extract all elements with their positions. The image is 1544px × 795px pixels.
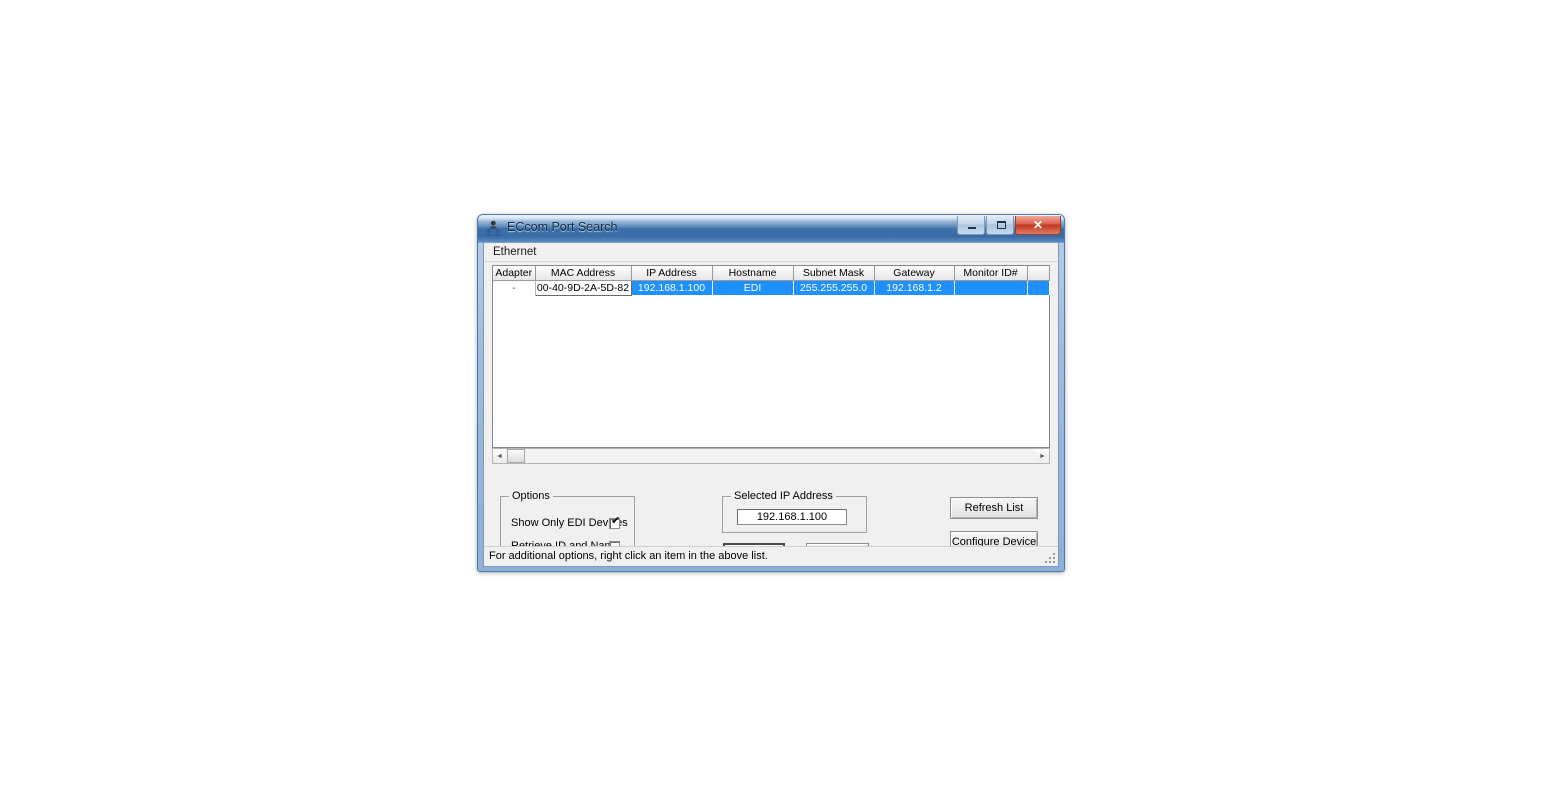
status-bar: For additional options, right click an i…: [484, 546, 1058, 566]
check-icon: ✔: [611, 515, 621, 527]
checkbox-show-only-edi-devices[interactable]: ✔: [609, 515, 621, 529]
window-title: ECcom Port Search: [507, 220, 618, 234]
column-header-subnet-mask[interactable]: Subnet Mask: [793, 266, 875, 281]
device-list-header-row: Adapter MAC Address IP Address Hostname …: [493, 266, 1050, 281]
column-header-hostname[interactable]: Hostname: [712, 266, 794, 281]
cell-gateway: 192.168.1.2: [874, 280, 955, 295]
minimize-button[interactable]: [957, 216, 985, 235]
scroll-right-icon[interactable]: ►: [1036, 449, 1049, 463]
window-client-area: Ethernet Adapter MAC Address IP Address …: [483, 243, 1059, 567]
device-list-table: Adapter MAC Address IP Address Hostname …: [493, 266, 1050, 296]
close-button[interactable]: ✕: [1015, 216, 1061, 235]
status-bar-text: For additional options, right click an i…: [489, 550, 768, 562]
cell-adapter: -: [493, 280, 536, 295]
cell-monitor-id: [954, 280, 1028, 295]
cell-hostname: EDI: [712, 280, 794, 295]
network-devices-icon: [485, 220, 502, 237]
cell-mac-address: 00-40-9D-2A-5D-82: [534, 280, 632, 296]
column-header-adapter[interactable]: Adapter: [493, 266, 536, 281]
column-header-gateway[interactable]: Gateway: [874, 266, 955, 281]
options-group-title: Options: [509, 490, 553, 502]
scrollbar-thumb[interactable]: [507, 449, 525, 463]
column-header-monitor-id[interactable]: Monitor ID#: [954, 266, 1028, 281]
menu-bar: Ethernet: [484, 243, 1058, 262]
minimize-icon: [968, 227, 976, 229]
table-row[interactable]: - 00-40-9D-2A-5D-82 192.168.1.100 EDI 25…: [493, 280, 1050, 296]
column-header-spacer[interactable]: [1027, 266, 1050, 281]
cell-subnet-mask: 255.255.255.0: [793, 280, 875, 295]
resize-grip-icon[interactable]: [1043, 551, 1057, 565]
column-header-ip-address[interactable]: IP Address: [631, 266, 713, 281]
refresh-list-button[interactable]: Refresh List: [950, 497, 1038, 519]
window-controls: ✕: [956, 216, 1061, 235]
maximize-icon: [997, 221, 1006, 229]
close-icon: ✕: [1032, 218, 1044, 232]
scroll-left-icon[interactable]: ◄: [493, 449, 506, 463]
selected-ip-group-title: Selected IP Address: [731, 490, 836, 502]
device-list[interactable]: Adapter MAC Address IP Address Hostname …: [492, 265, 1050, 448]
eccom-port-search-window: ECcom Port Search ✕ Ethernet Adapter MAC…: [477, 214, 1065, 572]
cell-spacer: [1027, 280, 1050, 295]
device-list-horizontal-scrollbar[interactable]: ◄ ►: [492, 448, 1050, 464]
cell-ip-address: 192.168.1.100: [631, 280, 713, 295]
column-header-mac-address[interactable]: MAC Address: [535, 266, 632, 281]
selected-ip-input[interactable]: 192.168.1.100: [737, 509, 847, 525]
window-titlebar[interactable]: ECcom Port Search ✕: [478, 215, 1064, 243]
maximize-button[interactable]: [986, 216, 1014, 235]
menu-item-ethernet[interactable]: Ethernet: [488, 245, 541, 259]
scrollbar-track[interactable]: [506, 449, 1036, 463]
